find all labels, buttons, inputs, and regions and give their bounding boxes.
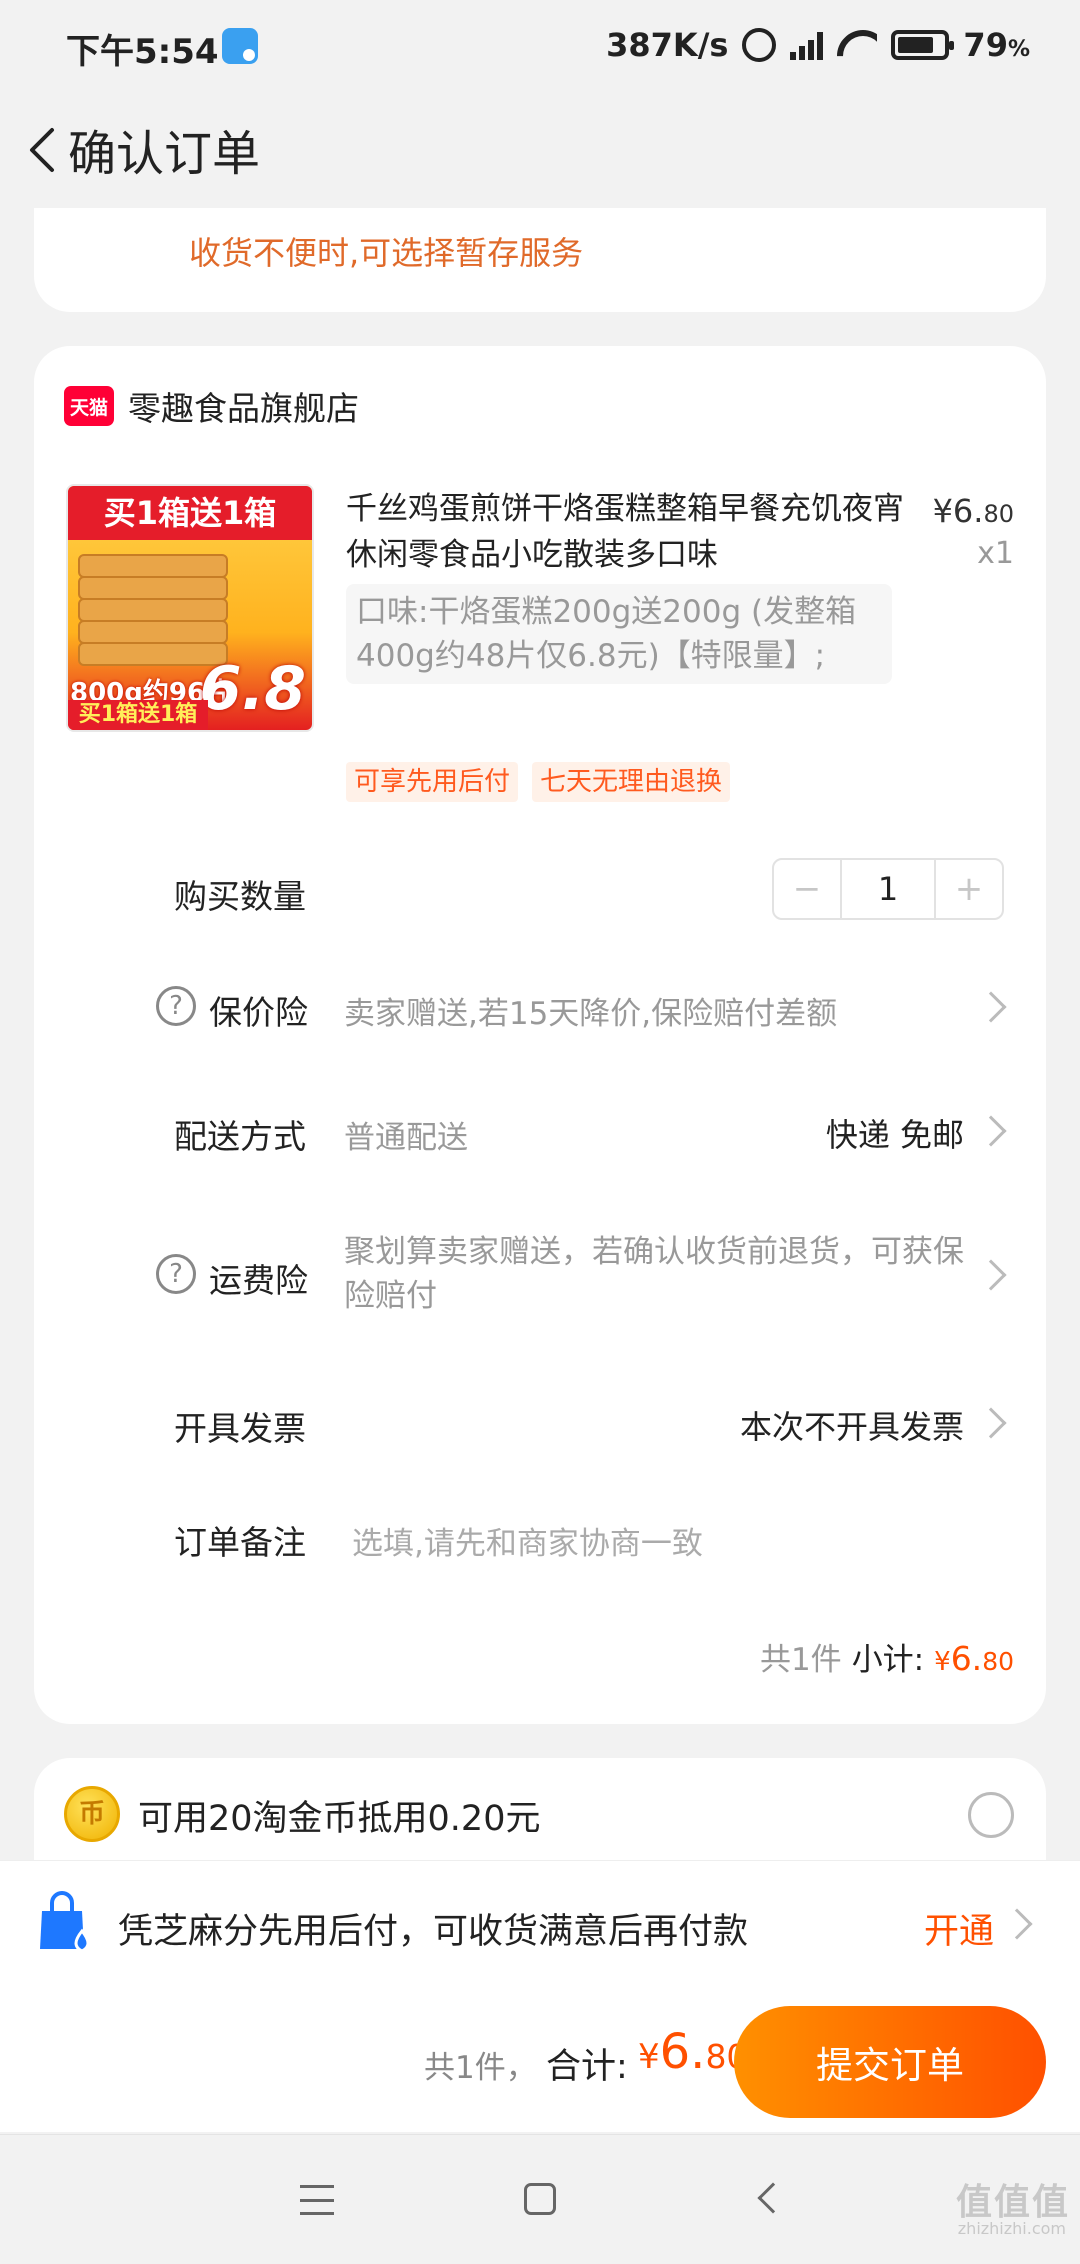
pay-later-text: 凭芝麻分先用后付，可收货满意后再付款 (118, 1912, 749, 1952)
product-image-footer: 买1箱送1箱 (68, 700, 208, 730)
submit-order-button[interactable]: 提交订单 (734, 2006, 1046, 2118)
help-icon[interactable]: ? (156, 986, 196, 1026)
tag-seven-day-return: 七天无理由退换 (532, 762, 731, 802)
tmall-badge-icon: 天猫 (64, 386, 114, 426)
order-subtotal: 共1件 小计: ¥6.80 (760, 1634, 1014, 1679)
watermark-logo: 值值值 (955, 2182, 1070, 2223)
net-speed: 387K/s (606, 26, 729, 64)
menu-icon[interactable] (300, 2185, 334, 2215)
chevron-right-icon[interactable] (975, 1407, 1007, 1439)
total-count: 共1件， (424, 2050, 537, 2086)
quantity-label: 购买数量 (174, 877, 306, 916)
shipping-fee[interactable]: 快递 免邮 (826, 1110, 964, 1156)
coin-deduction-text: 可用20淘金币抵用0.20元 (138, 1799, 541, 1839)
watermark-url: zhizhizhi.com (957, 2219, 1066, 2238)
order-note-label: 订单备注 (174, 1523, 306, 1562)
nav-back-icon[interactable] (757, 2182, 789, 2214)
status-indicators: 387K/s 79% (606, 26, 1030, 64)
quantity-stepper: − 1 + (772, 858, 1004, 920)
product-title[interactable]: 千丝鸡蛋煎饼干烙蛋糕整箱早餐充饥夜宵休闲零食品小吃散装多口味 (346, 486, 916, 578)
subtotal-label: 小计: (851, 1642, 925, 1678)
delivery-storage-tip[interactable]: 收货不便时,可选择暂存服务 (189, 228, 583, 274)
back-arrow-icon[interactable] (16, 118, 76, 178)
total-price: ¥6.80 (638, 2024, 748, 2080)
notification-app-icon (222, 28, 258, 64)
product-image[interactable]: 买1箱送1箱 800g约96片 6.8 买1箱送1箱 (66, 484, 314, 732)
gold-coin-icon: 币 (64, 1786, 120, 1842)
help-icon[interactable]: ? (156, 1254, 196, 1294)
signal-icon (790, 30, 824, 60)
chevron-right-icon[interactable] (975, 1115, 1007, 1147)
price-protect-label: 保价险 (209, 993, 308, 1032)
product-spec[interactable]: 口味:干烙蛋糕200g送200g (发整箱400g约48片仅6.8元)【特限量】… (346, 584, 892, 684)
order-note-input[interactable]: 选填,请先和商家协商一致 (352, 1518, 703, 1563)
decrease-button[interactable]: − (774, 860, 840, 918)
top-bar: 确认订单 (0, 96, 1080, 208)
pay-later-open-link[interactable]: 开通 (924, 1903, 994, 1954)
page-title: 确认订单 (68, 126, 261, 182)
product-image-banner: 买1箱送1箱 (68, 486, 312, 540)
chevron-right-icon[interactable] (975, 991, 1007, 1023)
shipping-value[interactable]: 普通配送 (344, 1112, 468, 1157)
chevron-right-icon[interactable] (1001, 1908, 1033, 1940)
quantity-value[interactable]: 1 (840, 860, 936, 918)
product-quantity: x1 (977, 536, 1014, 571)
tag-pay-later: 可享先用后付 (346, 762, 519, 802)
subtotal-count: 共1件 (759, 1642, 842, 1678)
chevron-right-icon[interactable] (975, 1259, 1007, 1291)
shop-name[interactable]: 零趣食品旗舰店 (128, 382, 359, 430)
coin-deduction-radio[interactable] (968, 1792, 1014, 1838)
order-card: 天猫 零趣食品旗舰店 买1箱送1箱 800g约96片 6.8 买1箱送1箱 千丝… (34, 346, 1046, 1724)
freight-insurance-value[interactable]: 聚划算卖家赠送，若确认收货前退货，可获保险赔付 (344, 1230, 964, 1318)
status-time: 下午5:54 (66, 32, 219, 72)
home-icon[interactable] (524, 2183, 556, 2215)
total-label: 合计: (546, 2047, 628, 2087)
product-price: ¥6.80 (932, 492, 1014, 530)
invoice-label: 开具发票 (174, 1409, 306, 1448)
status-bar: 下午5:54 387K/s 79% (0, 0, 1080, 96)
checkout-bar: 共1件， 合计: ¥6.80 提交订单 (0, 1992, 1080, 2132)
wifi-icon (837, 30, 877, 60)
invoice-value[interactable]: 本次不开具发票 (740, 1402, 964, 1448)
increase-button[interactable]: + (936, 860, 1002, 918)
shop-header[interactable]: 天猫 零趣食品旗舰店 (64, 382, 359, 430)
subtotal-price: ¥6.80 (934, 1639, 1014, 1678)
alarm-icon (742, 28, 777, 62)
shipping-label: 配送方式 (174, 1117, 306, 1156)
freight-insurance-label: 运费险 (209, 1261, 308, 1300)
shopping-bag-icon (40, 1891, 90, 1953)
product-image-price: 6.8 (199, 654, 306, 724)
battery-percent: 79% (963, 26, 1030, 64)
system-nav-bar: 值值值 zhizhizhi.com (0, 2134, 1080, 2264)
price-protect-value[interactable]: 卖家赠送,若15天降价,保险赔付差额 (344, 988, 837, 1033)
battery-icon (891, 30, 955, 60)
pay-later-bar[interactable]: 凭芝麻分先用后付，可收货满意后再付款 开通 (0, 1860, 1080, 1992)
battery-fill (898, 37, 934, 53)
